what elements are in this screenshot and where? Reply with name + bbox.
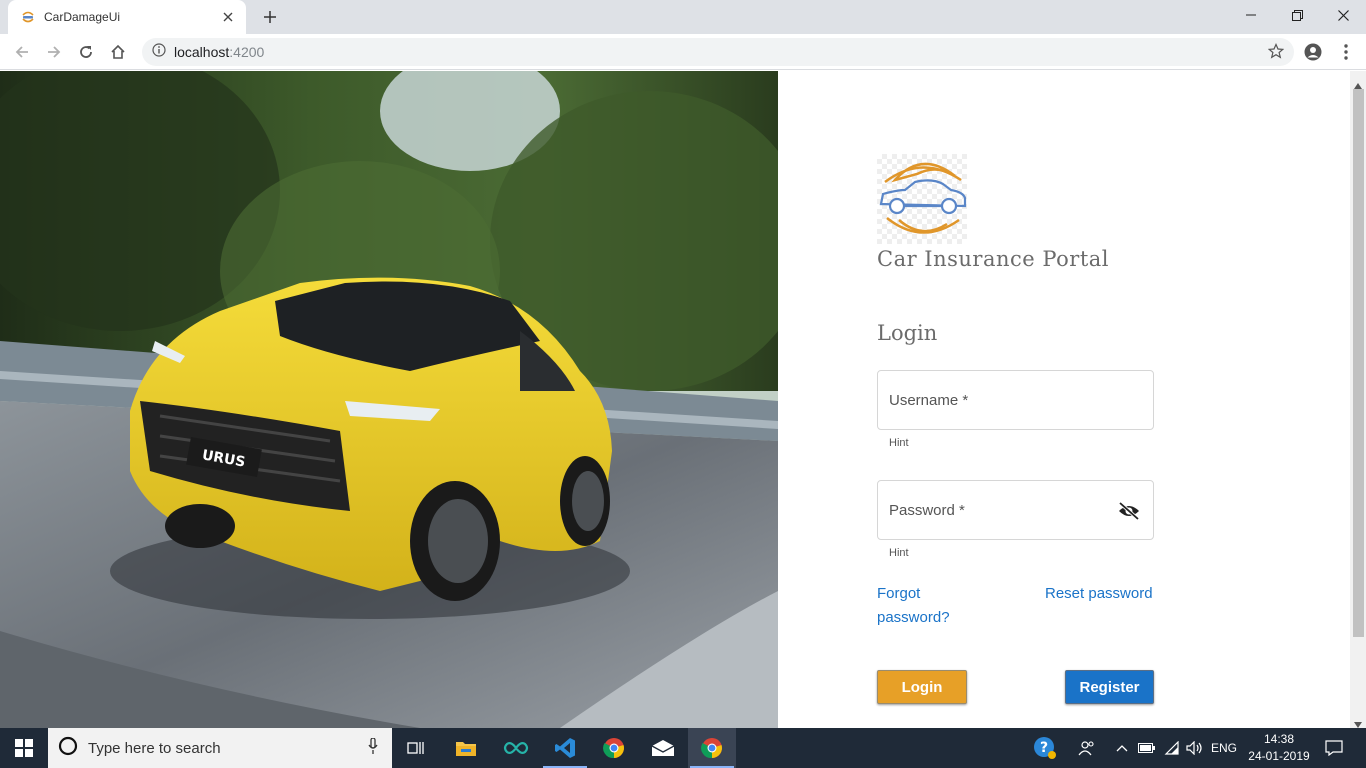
reset-password-link[interactable]: Reset password xyxy=(1045,582,1153,606)
show-hidden-icons-chevron-icon[interactable] xyxy=(1112,728,1132,768)
scrollbar-thumb[interactable] xyxy=(1353,89,1364,637)
forgot-password-line2: password? xyxy=(877,609,950,626)
profile-avatar-icon[interactable] xyxy=(1300,39,1326,65)
help-icon[interactable]: ? xyxy=(1030,728,1060,768)
wifi-icon[interactable] xyxy=(1160,728,1182,768)
people-icon[interactable] xyxy=(1074,728,1100,768)
visibility-off-icon[interactable] xyxy=(1117,501,1141,521)
browser-toolbar: localhost:4200 xyxy=(0,34,1366,70)
page-scrollbar[interactable] xyxy=(1350,71,1366,728)
url-text: localhost:4200 xyxy=(174,44,264,60)
chrome-active-icon[interactable] xyxy=(688,728,736,768)
taskbar-search-box[interactable]: Type here to search xyxy=(48,728,392,768)
app-favicon-icon xyxy=(20,9,36,25)
register-button[interactable]: Register xyxy=(1065,670,1154,704)
password-field[interactable]: Password * xyxy=(877,480,1154,540)
screen: CarDamageUi localhost:4200 URUS Car Insu… xyxy=(0,0,1366,768)
tab-title: CarDamageUi xyxy=(44,10,121,24)
cortana-circle-icon xyxy=(58,736,78,761)
language-indicator: ENG xyxy=(1210,741,1237,755)
scroll-up-icon[interactable] xyxy=(1354,76,1362,89)
reload-button[interactable] xyxy=(73,39,99,65)
restore-button[interactable] xyxy=(1274,0,1320,30)
battery-icon[interactable] xyxy=(1136,728,1158,768)
task-view-icon[interactable] xyxy=(392,728,440,768)
minimize-button[interactable] xyxy=(1228,0,1274,30)
mail-icon[interactable] xyxy=(639,728,687,768)
chrome-pinned-icon[interactable] xyxy=(590,728,638,768)
page-content: URUS Car Insurance Portal Login Username… xyxy=(0,71,1350,728)
windows-taskbar: Type here to search ? ENG 14:38 24-01-20… xyxy=(0,728,1366,768)
password-input[interactable] xyxy=(878,481,1153,539)
svg-text:?: ? xyxy=(1040,740,1048,756)
tab-close-icon[interactable] xyxy=(218,7,238,27)
vscode-icon[interactable] xyxy=(541,728,589,768)
url-port: :4200 xyxy=(229,44,265,60)
clock-date: 24-01-2019 xyxy=(1248,749,1310,763)
scroll-down-icon[interactable] xyxy=(1354,715,1362,728)
hero-car-image: URUS xyxy=(0,71,778,728)
home-button[interactable] xyxy=(105,39,131,65)
site-info-icon[interactable] xyxy=(152,42,166,62)
taskbar-clock[interactable]: 14:38 24-01-2019 xyxy=(1245,731,1313,765)
password-hint: Hint xyxy=(889,547,909,559)
new-tab-button[interactable] xyxy=(258,6,282,28)
login-button[interactable]: Login xyxy=(877,670,967,704)
url-host: localhost xyxy=(174,44,230,60)
taskbar-search-placeholder: Type here to search xyxy=(88,739,221,757)
browser-tab[interactable]: CarDamageUi xyxy=(8,0,246,34)
forward-button[interactable] xyxy=(41,39,67,65)
brand-name: Car Insurance Portal xyxy=(877,247,1110,271)
back-button[interactable] xyxy=(9,39,35,65)
car-insurance-logo-icon xyxy=(877,154,967,244)
username-input[interactable] xyxy=(878,371,1153,429)
forgot-password-line1: Forgot xyxy=(877,585,921,602)
microphone-icon[interactable] xyxy=(368,736,378,759)
windows-start-icon[interactable] xyxy=(0,728,48,768)
browser-menu-icon[interactable] xyxy=(1333,39,1359,65)
input-language[interactable]: ENG xyxy=(1208,728,1240,768)
forgot-password-link[interactable]: Forgot password? xyxy=(877,582,950,630)
file-explorer-icon[interactable] xyxy=(442,728,490,768)
close-window-button[interactable] xyxy=(1320,0,1366,30)
arduino-infinity-icon[interactable] xyxy=(492,728,540,768)
username-field[interactable]: Username * xyxy=(877,370,1154,430)
bookmark-star-icon[interactable] xyxy=(1267,43,1285,64)
clock-time: 14:38 xyxy=(1263,732,1295,746)
address-bar[interactable]: localhost:4200 xyxy=(142,38,1294,66)
username-hint: Hint xyxy=(889,437,909,449)
volume-icon[interactable] xyxy=(1184,728,1206,768)
login-heading: Login xyxy=(877,321,938,345)
browser-titlebar: CarDamageUi xyxy=(0,0,1366,34)
action-center-icon[interactable] xyxy=(1318,728,1350,768)
